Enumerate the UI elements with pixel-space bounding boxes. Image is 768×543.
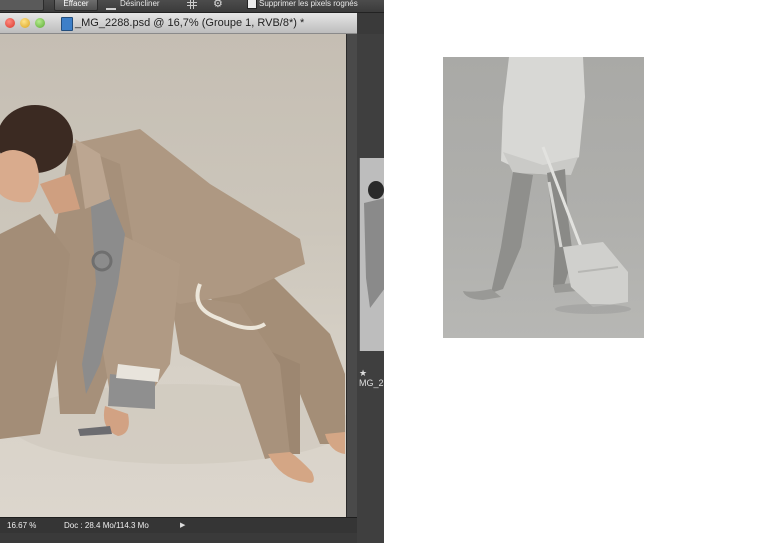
zoom-window-button[interactable] xyxy=(35,18,45,28)
grayscale-photo xyxy=(443,57,644,338)
straighten-icon[interactable] xyxy=(106,0,116,10)
minimize-window-button[interactable] xyxy=(20,18,30,28)
close-window-button[interactable] xyxy=(5,18,15,28)
thumbnail-label: ★MG_25 xyxy=(359,368,384,388)
status-bar: 16.67 % Doc : 28.4 Mo/114.3 Mo ▶ xyxy=(0,517,357,533)
gear-icon[interactable]: ⚙ xyxy=(213,0,223,10)
document-size-info[interactable]: Doc : 28.4 Mo/114.3 Mo xyxy=(64,520,149,531)
zoom-level-field[interactable]: 16.67 % xyxy=(0,520,59,531)
psd-file-icon xyxy=(61,17,73,31)
legs-photo xyxy=(463,57,631,314)
clear-button[interactable]: Effacer xyxy=(54,0,98,11)
overlay-grid-icon[interactable] xyxy=(187,0,197,9)
delete-cropped-pixels-checkbox[interactable] xyxy=(247,0,257,9)
document-tab[interactable]: _MG_2288.psd @ 16,7% (Groupe 1, RVB/8*) … xyxy=(0,13,357,34)
options-bar: Effacer Désincliner ⚙ Supprimer les pixe… xyxy=(0,0,384,13)
tool-preset-field[interactable] xyxy=(0,0,44,11)
thumbnail-photo xyxy=(360,158,384,351)
straighten-label[interactable]: Désincliner xyxy=(120,0,160,8)
image-canvas[interactable] xyxy=(0,34,346,517)
delete-cropped-pixels-label[interactable]: Supprimer les pixels rognés xyxy=(259,0,358,8)
model-photo xyxy=(0,105,346,483)
document-title: _MG_2288.psd @ 16,7% (Groupe 1, RVB/8*) … xyxy=(75,17,305,29)
status-menu-arrow-icon[interactable]: ▶ xyxy=(180,520,185,531)
photoshop-window: Effacer Désincliner ⚙ Supprimer les pixe… xyxy=(0,0,384,543)
next-document-thumbnail[interactable] xyxy=(359,158,384,351)
